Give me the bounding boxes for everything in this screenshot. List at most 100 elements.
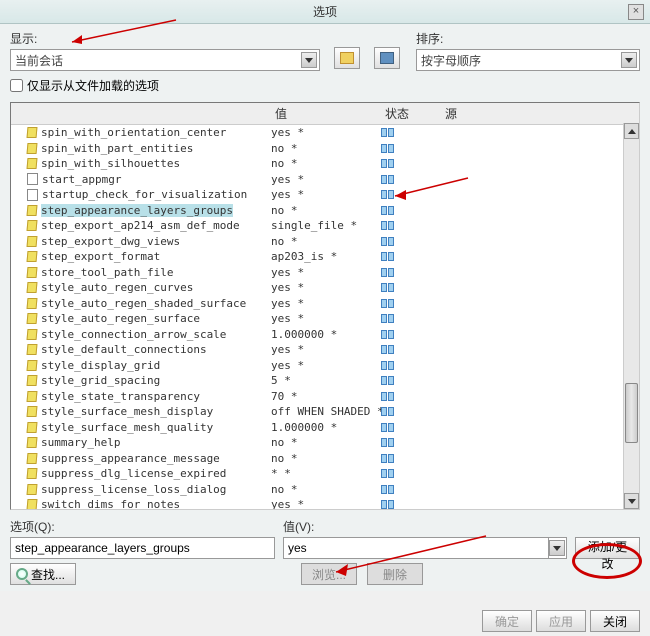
lock-icon bbox=[388, 206, 394, 215]
row-name: step_export_dwg_views bbox=[41, 235, 180, 248]
table-row[interactable]: step_export_formatap203_is * bbox=[11, 249, 639, 265]
table-row[interactable]: switch_dims_for_notesyes * bbox=[11, 497, 639, 509]
scroll-up-button[interactable] bbox=[624, 123, 639, 139]
lock-icon bbox=[381, 299, 387, 308]
only-loaded-checkbox[interactable] bbox=[10, 79, 23, 92]
table-row[interactable]: style_state_transparency70 * bbox=[11, 389, 639, 405]
flag-icon bbox=[27, 313, 38, 324]
row-name: store_tool_path_file bbox=[41, 266, 173, 279]
table-row[interactable]: store_tool_path_file yes * bbox=[11, 265, 639, 281]
lock-icon bbox=[388, 128, 394, 137]
close-dialog-button[interactable]: 关闭 bbox=[590, 610, 640, 632]
lock-icon bbox=[388, 376, 394, 385]
row-value: 1.000000 * bbox=[271, 421, 381, 434]
table-row[interactable]: style_auto_regen_shaded_surfaceyes * bbox=[11, 296, 639, 312]
value-dropdown[interactable] bbox=[549, 537, 567, 559]
col-source[interactable]: 源 bbox=[441, 103, 639, 124]
row-value: yes * bbox=[271, 266, 381, 279]
row-value: yes * bbox=[271, 498, 381, 509]
table-row[interactable]: step_export_ap214_asm_def_modesingle_fil… bbox=[11, 218, 639, 234]
row-name: step_appearance_layers_groups bbox=[41, 204, 233, 217]
table-row[interactable]: style_surface_mesh_quality1.000000 * bbox=[11, 420, 639, 436]
table-row[interactable]: summary_helpno * bbox=[11, 435, 639, 451]
show-select[interactable]: 当前会话 bbox=[10, 49, 320, 71]
table-row[interactable]: suppress_dlg_license_expired* * bbox=[11, 466, 639, 482]
row-value: 5 * bbox=[271, 374, 381, 387]
row-state bbox=[381, 128, 441, 137]
lock-icon bbox=[388, 159, 394, 168]
col-name[interactable] bbox=[11, 103, 271, 124]
scroll-down-button[interactable] bbox=[624, 493, 639, 509]
apply-button[interactable]: 应用 bbox=[536, 610, 586, 632]
row-name: step_export_format bbox=[41, 250, 160, 263]
close-button[interactable]: × bbox=[628, 4, 644, 20]
lock-icon bbox=[381, 361, 387, 370]
lock-icon bbox=[381, 206, 387, 215]
save-config-button[interactable] bbox=[374, 47, 400, 69]
table-row[interactable]: style_grid_spacing5 * bbox=[11, 373, 639, 389]
delete-button: 删除 bbox=[367, 563, 423, 585]
lock-icon bbox=[388, 252, 394, 261]
flag-icon bbox=[27, 298, 38, 309]
col-value[interactable]: 值 bbox=[271, 103, 381, 124]
flag-icon bbox=[27, 220, 38, 231]
flag-icon bbox=[27, 453, 38, 464]
table-row[interactable]: style_default_connectionsyes * bbox=[11, 342, 639, 358]
col-state[interactable]: 状态 bbox=[381, 103, 441, 124]
row-value: yes * bbox=[271, 297, 381, 310]
table-row[interactable]: style_auto_regen_surfaceyes * bbox=[11, 311, 639, 327]
open-config-button[interactable] bbox=[334, 47, 360, 69]
table-row[interactable]: step_export_dwg_views no * bbox=[11, 234, 639, 250]
row-name: spin_with_silhouettes bbox=[41, 157, 180, 170]
scroll-thumb[interactable] bbox=[625, 383, 638, 443]
table-row[interactable]: spin_with_silhouettesno * bbox=[11, 156, 639, 172]
table-row[interactable]: style_auto_regen_curvesyes * bbox=[11, 280, 639, 296]
table-row[interactable]: start_appmgryes * bbox=[11, 172, 639, 188]
sort-select[interactable]: 按字母顺序 bbox=[416, 49, 640, 71]
show-value: 当前会话 bbox=[15, 52, 63, 69]
find-button[interactable]: 查找... bbox=[10, 563, 76, 585]
option-input[interactable] bbox=[10, 537, 275, 559]
lock-icon bbox=[388, 407, 394, 416]
table-row[interactable]: style_surface_mesh_displayoff WHEN SHADE… bbox=[11, 404, 639, 420]
edit-row: 选项(Q): 值(V): 添加/更改 bbox=[10, 518, 640, 559]
row-value: no * bbox=[271, 235, 381, 248]
option-label: 选项(Q): bbox=[10, 518, 275, 535]
lock-icon bbox=[388, 268, 394, 277]
lock-icon bbox=[381, 392, 387, 401]
ok-button[interactable]: 确定 bbox=[482, 610, 532, 632]
lock-icon bbox=[381, 314, 387, 323]
scrollbar[interactable] bbox=[623, 123, 639, 509]
table-row[interactable]: spin_with_part_entitiesno * bbox=[11, 141, 639, 157]
row-name: style_state_transparency bbox=[41, 390, 200, 403]
table-row[interactable]: suppress_license_loss_dialogno * bbox=[11, 482, 639, 498]
lock-icon bbox=[381, 268, 387, 277]
row-state bbox=[381, 376, 441, 385]
lock-icon bbox=[388, 469, 394, 478]
flag-icon bbox=[27, 375, 38, 386]
table-row[interactable]: style_connection_arrow_scale1.000000 * bbox=[11, 327, 639, 343]
row-name: suppress_appearance_message bbox=[41, 452, 220, 465]
row-value: yes * bbox=[271, 359, 381, 372]
table-row[interactable]: step_appearance_layers_groupsno * bbox=[11, 203, 639, 219]
doc-icon bbox=[27, 189, 38, 201]
only-loaded-check[interactable]: 仅显示从文件加载的选项 bbox=[10, 77, 640, 94]
value-input[interactable] bbox=[283, 537, 549, 559]
lock-icon bbox=[388, 423, 394, 432]
lock-icon bbox=[381, 175, 387, 184]
titlebar: 选项 × bbox=[0, 0, 650, 24]
table-row[interactable]: suppress_appearance_messageno * bbox=[11, 451, 639, 467]
flag-icon bbox=[27, 158, 38, 169]
row-state bbox=[381, 175, 441, 184]
find-row: 查找... 浏览... 删除 bbox=[10, 563, 640, 585]
add-change-button[interactable]: 添加/更改 bbox=[575, 537, 640, 559]
row-state bbox=[381, 454, 441, 463]
flag-icon bbox=[27, 267, 38, 278]
table-row[interactable]: spin_with_orientation_centeryes * bbox=[11, 125, 639, 141]
table-row[interactable]: style_display_gridyes * bbox=[11, 358, 639, 374]
lock-icon bbox=[381, 454, 387, 463]
lock-icon bbox=[381, 144, 387, 153]
table-row[interactable]: startup_check_for_visualizationyes * bbox=[11, 187, 639, 203]
lock-icon bbox=[381, 221, 387, 230]
lock-icon bbox=[388, 314, 394, 323]
